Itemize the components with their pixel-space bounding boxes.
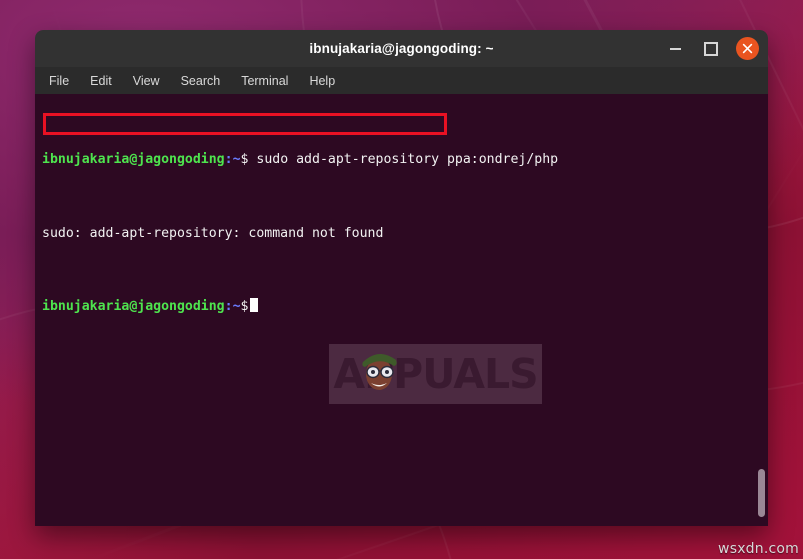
prompt-user-host: ibnujakaria@jagongoding xyxy=(42,299,225,315)
terminal-output: ibnujakaria@jagongoding:~$ sudo add-apt-… xyxy=(42,96,768,390)
error-output-text: sudo: add-apt-repository: command not fo… xyxy=(42,225,384,241)
terminal-body[interactable]: ibnujakaria@jagongoding:~$ sudo add-apt-… xyxy=(35,94,768,526)
minimize-button[interactable] xyxy=(664,38,686,60)
terminal-window: ibnujakaria@jagongoding: ~ File Edit Vie… xyxy=(35,30,768,526)
prompt-sigil: $ xyxy=(240,299,249,315)
menu-item-file[interactable]: File xyxy=(49,74,69,88)
menu-item-search[interactable]: Search xyxy=(181,74,221,88)
terminal-line: ibnujakaria@jagongoding:~$ sudo add-apt-… xyxy=(42,151,768,169)
screen: ibnujakaria@jagongoding: ~ File Edit Vie… xyxy=(0,0,803,559)
terminal-line: ibnujakaria@jagongoding:~$ xyxy=(42,298,768,316)
menu-item-edit[interactable]: Edit xyxy=(90,74,112,88)
menu-item-terminal[interactable]: Terminal xyxy=(241,74,288,88)
maximize-button[interactable] xyxy=(700,38,722,60)
site-watermark: wsxdn.com xyxy=(718,541,799,557)
text-cursor xyxy=(250,298,259,313)
prompt-separator: : xyxy=(224,299,233,315)
prompt-separator: : xyxy=(224,152,233,168)
menu-item-help[interactable]: Help xyxy=(309,74,335,88)
window-title: ibnujakaria@jagongoding: ~ xyxy=(309,41,494,56)
minimize-icon xyxy=(669,47,681,50)
error-highlight-box xyxy=(43,113,447,135)
menubar: File Edit View Search Terminal Help xyxy=(35,67,768,94)
scrollbar-thumb[interactable] xyxy=(758,469,765,517)
command-text: sudo add-apt-repository ppa:ondrej/php xyxy=(248,152,559,168)
terminal-scrollbar[interactable] xyxy=(755,94,768,526)
close-button[interactable] xyxy=(736,37,759,60)
window-titlebar[interactable]: ibnujakaria@jagongoding: ~ xyxy=(35,30,768,67)
prompt-path: ~ xyxy=(232,299,241,315)
close-icon xyxy=(742,43,753,54)
terminal-line: sudo: add-apt-repository: command not fo… xyxy=(42,225,768,243)
maximize-icon xyxy=(704,41,718,56)
window-controls xyxy=(664,30,759,67)
prompt-path: ~ xyxy=(232,152,241,168)
menu-item-view[interactable]: View xyxy=(133,74,160,88)
prompt-user-host: ibnujakaria@jagongoding xyxy=(42,152,225,168)
